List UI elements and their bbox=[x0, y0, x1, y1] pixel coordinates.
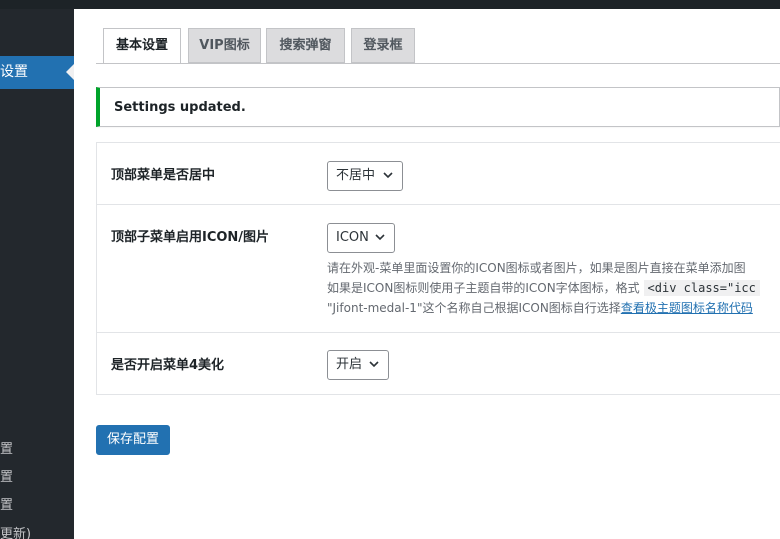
setting-label-menu-center: 顶部菜单是否居中 bbox=[111, 168, 216, 183]
menu4-beautify-select[interactable]: 开启 bbox=[327, 350, 389, 380]
notice-text: Settings updated. bbox=[114, 100, 246, 115]
tab-search-popup[interactable]: 搜索弹窗 bbox=[266, 28, 345, 63]
menu-center-select[interactable]: 不居中 bbox=[327, 161, 403, 191]
description-text: 如果是ICON图标则使用子主题自带的ICON字体图标，格式 bbox=[327, 281, 640, 295]
submenu-icon-select[interactable]: ICON bbox=[327, 223, 395, 253]
save-config-button[interactable]: 保存配置 bbox=[96, 425, 170, 455]
current-indicator-icon bbox=[66, 64, 74, 80]
tab-divider bbox=[96, 63, 780, 64]
row-divider bbox=[97, 204, 780, 205]
select-value: ICON bbox=[336, 230, 369, 245]
setting-description: "Jifont-medal-1"这个名称自己根据ICON图标自行选择查看极主题图… bbox=[327, 299, 753, 318]
sidebar-item[interactable]: 置 bbox=[0, 494, 13, 513]
chevron-down-icon bbox=[369, 361, 379, 368]
tab-vip-icon[interactable]: VIP图标 bbox=[188, 28, 261, 63]
sidebar-item-settings[interactable]: 设置 bbox=[0, 56, 74, 89]
code-snippet: <div class="icc bbox=[643, 280, 760, 296]
tab-basic-settings[interactable]: 基本设置 bbox=[103, 28, 181, 64]
chevron-down-icon bbox=[383, 172, 393, 179]
setting-label-menu4-beautify: 是否开启菜单4美化 bbox=[111, 358, 225, 373]
setting-description: 请在外观-菜单里面设置你的ICON图标或者图片，如果是图片直接在菜单添加图 bbox=[327, 261, 746, 275]
tab-login-box[interactable]: 登录框 bbox=[351, 28, 415, 63]
sidebar-item[interactable]: 更新) bbox=[0, 523, 31, 539]
select-value: 不居中 bbox=[336, 168, 376, 183]
success-notice: Settings updated. bbox=[96, 87, 780, 127]
sidebar-item-label: 设置 bbox=[0, 64, 28, 80]
setting-description: 如果是ICON图标则使用子主题自带的ICON字体图标，格式 <div class… bbox=[327, 279, 760, 298]
sidebar-item[interactable]: 置 bbox=[0, 438, 13, 457]
setting-label-submenu-icon: 顶部子菜单启用ICON/图片 bbox=[111, 230, 270, 245]
icon-names-link[interactable]: 查看极主题图标名称代码 bbox=[621, 301, 753, 315]
select-value: 开启 bbox=[336, 357, 363, 372]
description-text: "Jifont-medal-1"这个名称自己根据ICON图标自行选择 bbox=[327, 301, 621, 315]
admin-top-bar bbox=[0, 0, 780, 9]
row-divider bbox=[97, 332, 780, 333]
sidebar-item[interactable]: 置 bbox=[0, 466, 13, 485]
settings-form: 顶部菜单是否居中 不居中 顶部子菜单启用ICON/图片 ICON 请在外观-菜单… bbox=[96, 142, 780, 395]
admin-sidebar: 设置 置 置 置 更新) bbox=[0, 9, 74, 539]
chevron-down-icon bbox=[375, 234, 385, 241]
